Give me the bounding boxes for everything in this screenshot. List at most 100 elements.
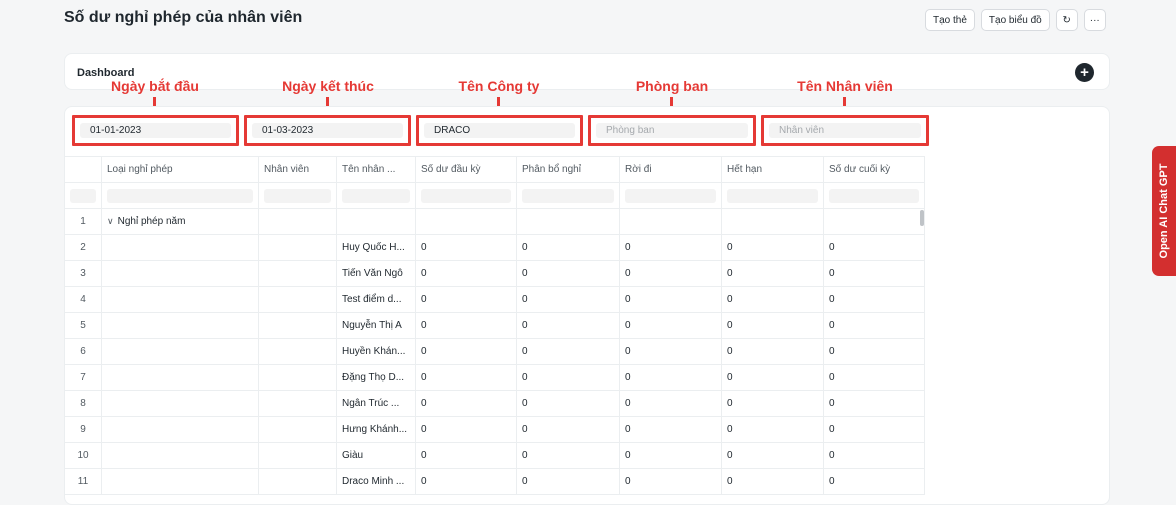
expired-cell[interactable]	[721, 208, 824, 235]
open-ai-chat-tab[interactable]: Open AI Chat GPT	[1152, 146, 1176, 276]
employee-cell[interactable]	[258, 260, 337, 287]
allocated-cell[interactable]: 0	[516, 364, 620, 391]
closing-balance-cell[interactable]: 0	[823, 312, 925, 339]
column-header[interactable]: Loại nghỉ phép	[101, 156, 259, 183]
table-row[interactable]: 10 Giàu 0 0 0 0 0	[64, 442, 925, 469]
department-field[interactable]: Phòng ban	[596, 123, 748, 138]
opening-balance-cell[interactable]: 0	[415, 260, 517, 287]
create-card-button[interactable]: Tạo thẻ	[925, 9, 975, 31]
column-header[interactable]: Phân bổ nghỉ	[516, 156, 620, 183]
leave-type-cell[interactable]	[101, 260, 259, 287]
column-header[interactable]: Hết hạn	[721, 156, 824, 183]
leave-type-cell[interactable]	[101, 312, 259, 339]
opening-balance-cell[interactable]: 0	[415, 390, 517, 417]
column-filter-input[interactable]	[342, 188, 410, 203]
employee-name-cell[interactable]: Nguyễn Thị A	[336, 312, 416, 339]
table-row[interactable]: 4 Test điểm d... 0 0 0 0 0	[64, 286, 925, 313]
closing-balance-cell[interactable]: 0	[823, 234, 925, 261]
table-row[interactable]: 9 Hưng Khánh... 0 0 0 0 0	[64, 416, 925, 443]
expired-cell[interactable]: 0	[721, 312, 824, 339]
taken-cell[interactable]: 0	[619, 442, 722, 469]
closing-balance-cell[interactable]: 0	[823, 286, 925, 313]
taken-cell[interactable]: 0	[619, 260, 722, 287]
expired-cell[interactable]: 0	[721, 286, 824, 313]
employee-name-cell[interactable]	[336, 208, 416, 235]
opening-balance-cell[interactable]: 0	[415, 338, 517, 365]
plus-icon[interactable]: +	[1075, 63, 1094, 82]
taken-cell[interactable]	[619, 208, 722, 235]
employee-name-cell[interactable]: Tiến Văn Ngô	[336, 260, 416, 287]
employee-name-cell[interactable]: Draco Minh ...	[336, 468, 416, 495]
allocated-cell[interactable]: 0	[516, 390, 620, 417]
from-date-field[interactable]: 01-01-2023	[80, 123, 231, 138]
leave-type-cell[interactable]	[101, 468, 259, 495]
column-header[interactable]: Nhân viên	[258, 156, 337, 183]
taken-cell[interactable]: 0	[619, 234, 722, 261]
employee-name-cell[interactable]: Giàu	[336, 442, 416, 469]
table-row[interactable]: 1 ∨ Nghỉ phép năm	[64, 208, 925, 235]
expired-cell[interactable]: 0	[721, 416, 824, 443]
employee-name-cell[interactable]: Hưng Khánh...	[336, 416, 416, 443]
opening-balance-cell[interactable]: 0	[415, 442, 517, 469]
column-filter-input[interactable]	[107, 188, 253, 203]
opening-balance-cell[interactable]	[415, 208, 517, 235]
taken-cell[interactable]: 0	[619, 338, 722, 365]
column-filter-input[interactable]	[264, 188, 331, 203]
column-filter-input[interactable]	[421, 188, 511, 203]
employee-name-cell[interactable]: Huyền Khán...	[336, 338, 416, 365]
column-header[interactable]: Tên nhân ...	[336, 156, 416, 183]
opening-balance-cell[interactable]: 0	[415, 416, 517, 443]
opening-balance-cell[interactable]: 0	[415, 468, 517, 495]
table-row[interactable]: 3 Tiến Văn Ngô 0 0 0 0 0	[64, 260, 925, 287]
closing-balance-cell[interactable]: 0	[823, 260, 925, 287]
expired-cell[interactable]: 0	[721, 260, 824, 287]
table-row[interactable]: 7 Đặng Thọ D... 0 0 0 0 0	[64, 364, 925, 391]
expired-cell[interactable]: 0	[721, 442, 824, 469]
leave-type-cell[interactable]	[101, 390, 259, 417]
expired-cell[interactable]: 0	[721, 390, 824, 417]
column-header[interactable]: Rời đi	[619, 156, 722, 183]
allocated-cell[interactable]: 0	[516, 338, 620, 365]
expired-cell[interactable]: 0	[721, 468, 824, 495]
allocated-cell[interactable]: 0	[516, 312, 620, 339]
table-row[interactable]: 8 Ngân Trúc ... 0 0 0 0 0	[64, 390, 925, 417]
expired-cell[interactable]: 0	[721, 234, 824, 261]
closing-balance-cell[interactable]: 0	[823, 364, 925, 391]
expired-cell[interactable]: 0	[721, 338, 824, 365]
employee-name-cell[interactable]: Đặng Thọ D...	[336, 364, 416, 391]
company-field[interactable]: DRACO	[424, 123, 575, 138]
leave-type-cell[interactable]	[101, 442, 259, 469]
column-header[interactable]: Số dư đầu kỳ	[415, 156, 517, 183]
column-filter-input[interactable]	[829, 188, 919, 203]
employee-name-cell[interactable]: Huy Quốc H...	[336, 234, 416, 261]
employee-cell[interactable]	[258, 468, 337, 495]
leave-type-cell[interactable]	[101, 416, 259, 443]
column-filter-input[interactable]	[727, 188, 818, 203]
allocated-cell[interactable]: 0	[516, 260, 620, 287]
taken-cell[interactable]: 0	[619, 312, 722, 339]
allocated-cell[interactable]: 0	[516, 234, 620, 261]
table-row[interactable]: 5 Nguyễn Thị A 0 0 0 0 0	[64, 312, 925, 339]
expired-cell[interactable]: 0	[721, 364, 824, 391]
table-row[interactable]: 11 Draco Minh ... 0 0 0 0 0	[64, 468, 925, 495]
employee-cell[interactable]	[258, 416, 337, 443]
opening-balance-cell[interactable]: 0	[415, 312, 517, 339]
taken-cell[interactable]: 0	[619, 364, 722, 391]
column-filter-input[interactable]	[70, 188, 96, 203]
opening-balance-cell[interactable]: 0	[415, 286, 517, 313]
employee-cell[interactable]	[258, 338, 337, 365]
allocated-cell[interactable]	[516, 208, 620, 235]
employee-cell[interactable]	[258, 286, 337, 313]
employee-cell[interactable]	[258, 364, 337, 391]
taken-cell[interactable]: 0	[619, 468, 722, 495]
table-row[interactable]: 6 Huyền Khán... 0 0 0 0 0	[64, 338, 925, 365]
column-filter-input[interactable]	[522, 188, 614, 203]
leave-type-cell[interactable]: ∨ Nghỉ phép năm	[101, 208, 259, 235]
allocated-cell[interactable]: 0	[516, 416, 620, 443]
column-header[interactable]: Số dư cuối kỳ	[823, 156, 925, 183]
employee-cell[interactable]	[258, 208, 337, 235]
employee-name-cell[interactable]: Test điểm d...	[336, 286, 416, 313]
taken-cell[interactable]: 0	[619, 416, 722, 443]
more-icon[interactable]: ···	[1083, 9, 1106, 31]
opening-balance-cell[interactable]: 0	[415, 234, 517, 261]
